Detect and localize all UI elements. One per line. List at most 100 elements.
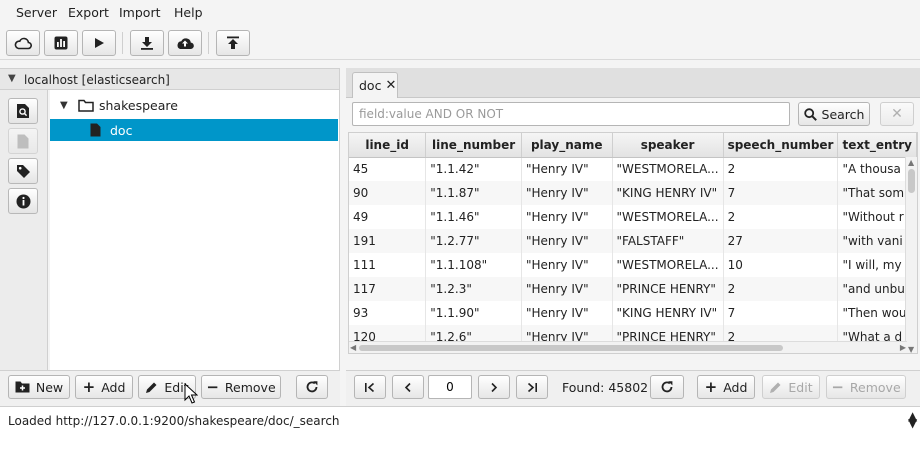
column-header-line-id[interactable]: line_id: [349, 133, 427, 158]
new-button-label: New: [35, 379, 64, 395]
document-icon: [90, 123, 101, 137]
expand-triangle-icon[interactable]: ▼: [60, 100, 68, 111]
table-cell-speech-number: 2: [723, 205, 839, 229]
search-document-icon: [17, 104, 29, 118]
tree-item-label: shakespeare: [99, 97, 178, 113]
scroll-right-icon[interactable]: ▶: [900, 343, 906, 352]
status-log[interactable]: Loaded http://127.0.0.1:9200/shakespeare…: [0, 406, 920, 450]
document-button[interactable]: [8, 128, 38, 154]
table-cell-line-number: "1.1.42": [425, 157, 522, 181]
info-icon: [16, 194, 30, 208]
minus-icon: −: [206, 378, 219, 396]
menu-help[interactable]: Help: [174, 5, 203, 20]
table-row[interactable]: 49 "1.1.46" "Henry IV" "WESTMORELA... 2 "With…: [349, 205, 917, 229]
table-cell-play-name: "Henry IV": [521, 181, 613, 205]
toolbar: [0, 26, 920, 60]
pager-bar: Found: 45802 + Add Edit − Remove: [346, 370, 920, 406]
edit-document-button[interactable]: Edit: [762, 375, 820, 399]
menu-server[interactable]: Server: [16, 5, 57, 20]
info-button[interactable]: [8, 188, 38, 214]
table-cell-line-id: 45: [349, 157, 427, 181]
scroll-left-icon[interactable]: ◀: [350, 343, 356, 352]
upload-button[interactable]: [216, 30, 250, 56]
add-document-button[interactable]: + Add: [697, 375, 755, 399]
folder-plus-icon: [15, 381, 30, 393]
horizontal-scrollbar[interactable]: ◀ ▶: [349, 341, 907, 353]
collapse-triangle-icon[interactable]: ▼: [8, 73, 16, 84]
run-button[interactable]: [82, 30, 116, 56]
document-icon: [17, 134, 29, 148]
table-cell-line-id: 90: [349, 181, 427, 205]
table-cell-play-name: "Henry IV": [521, 277, 613, 301]
tree-item-type[interactable]: doc: [50, 119, 338, 141]
table-cell-line-number: "1.1.90": [425, 301, 522, 325]
table-row[interactable]: 93 "1.1.90" "Henry IV" "KING HENRY IV" 7 "The…: [349, 301, 917, 325]
tree-item-label: doc: [110, 122, 133, 138]
remove-button-label: Remove: [849, 379, 901, 395]
column-header-play-name[interactable]: play_name: [521, 133, 613, 158]
menu-import[interactable]: Import: [119, 5, 161, 20]
scrollbar-thumb[interactable]: [908, 169, 915, 193]
remove-index-button[interactable]: − Remove: [201, 375, 281, 399]
table-row[interactable]: 117 "1.2.3" "Henry IV" "PRINCE HENRY" 2 "and …: [349, 277, 917, 301]
connection-header[interactable]: ▼ localhost [elasticsearch]: [0, 68, 340, 90]
table-row[interactable]: 191 "1.2.77" "Henry IV" "FALSTAFF" 27 "with v…: [349, 229, 917, 253]
add-index-button[interactable]: + Add: [75, 375, 133, 399]
chevron-right-icon: [491, 382, 498, 392]
previous-page-button[interactable]: [392, 375, 424, 399]
left-footer: New + Add Edit − Remove: [0, 370, 340, 406]
tag-icon: [16, 164, 30, 178]
scrollbar-thumb[interactable]: [359, 345, 783, 351]
vertical-scrollbar[interactable]: ▲ ▼: [905, 157, 917, 353]
upload-icon: [227, 36, 239, 49]
scroll-up-icon[interactable]: ▲: [908, 158, 914, 167]
table-cell-speech-number: 10: [723, 253, 839, 277]
pencil-icon: [770, 382, 781, 393]
last-page-icon: [527, 382, 537, 392]
tab-label: doc: [359, 78, 382, 93]
scroll-down-icon[interactable]: ▼: [908, 416, 917, 449]
query-button[interactable]: [8, 98, 38, 124]
menu-export[interactable]: Export: [68, 5, 109, 20]
table-cell-speaker: "WESTMORELA...: [612, 157, 724, 181]
page-number-input[interactable]: [428, 375, 472, 399]
scroll-down-icon[interactable]: ▼: [908, 345, 914, 353]
connect-button[interactable]: [6, 30, 40, 56]
search-button[interactable]: Search: [798, 102, 870, 126]
tree-item-index[interactable]: ▼ shakespeare: [50, 94, 338, 116]
first-page-button[interactable]: [354, 375, 386, 399]
last-page-button[interactable]: [516, 375, 548, 399]
upload-cloud-button[interactable]: [168, 30, 202, 56]
cloud-upload-icon: [177, 38, 194, 50]
table-cell-line-id: 111: [349, 253, 427, 277]
query-input[interactable]: [352, 102, 790, 126]
cluster-stats-button[interactable]: [44, 30, 78, 56]
clear-query-button[interactable]: ✕: [880, 102, 914, 126]
column-header-text-entry[interactable]: text_entry: [837, 133, 917, 158]
refresh-results-button[interactable]: [650, 375, 684, 399]
column-header-speaker[interactable]: speaker: [612, 133, 724, 158]
remove-document-button[interactable]: − Remove: [826, 375, 906, 399]
found-count: Found: 45802: [562, 380, 649, 395]
table-row[interactable]: 45 "1.1.42" "Henry IV" "WESTMORELA... 2 "A th…: [349, 157, 917, 181]
log-scrollbar[interactable]: ▲ ▼: [906, 409, 918, 449]
new-button[interactable]: New: [8, 375, 70, 399]
column-header-speech-number[interactable]: speech_number: [723, 133, 839, 158]
results-table: line_id line_number play_name speaker sp…: [348, 132, 918, 354]
table-row[interactable]: 111 "1.1.108" "Henry IV" "WESTMORELA... 10 "I…: [349, 253, 917, 277]
table-cell-play-name: "Henry IV": [521, 157, 613, 181]
tab-doc[interactable]: doc ✕: [352, 72, 398, 98]
next-page-button[interactable]: [478, 375, 510, 399]
tags-button[interactable]: [8, 158, 38, 184]
close-icon[interactable]: ✕: [385, 78, 396, 93]
refresh-tree-button[interactable]: [296, 375, 328, 399]
minus-icon: −: [831, 378, 844, 396]
status-text: Loaded http://127.0.0.1:9200/shakespeare…: [8, 414, 340, 428]
play-icon: [95, 38, 104, 48]
column-header-line-number[interactable]: line_number: [425, 133, 522, 158]
table-row[interactable]: 90 "1.1.87" "Henry IV" "KING HENRY IV" 7 "Tha…: [349, 181, 917, 205]
download-button[interactable]: [130, 30, 164, 56]
remove-button-label: Remove: [224, 379, 276, 395]
table-cell-speech-number: 27: [723, 229, 839, 253]
table-cell-line-id: 49: [349, 205, 427, 229]
